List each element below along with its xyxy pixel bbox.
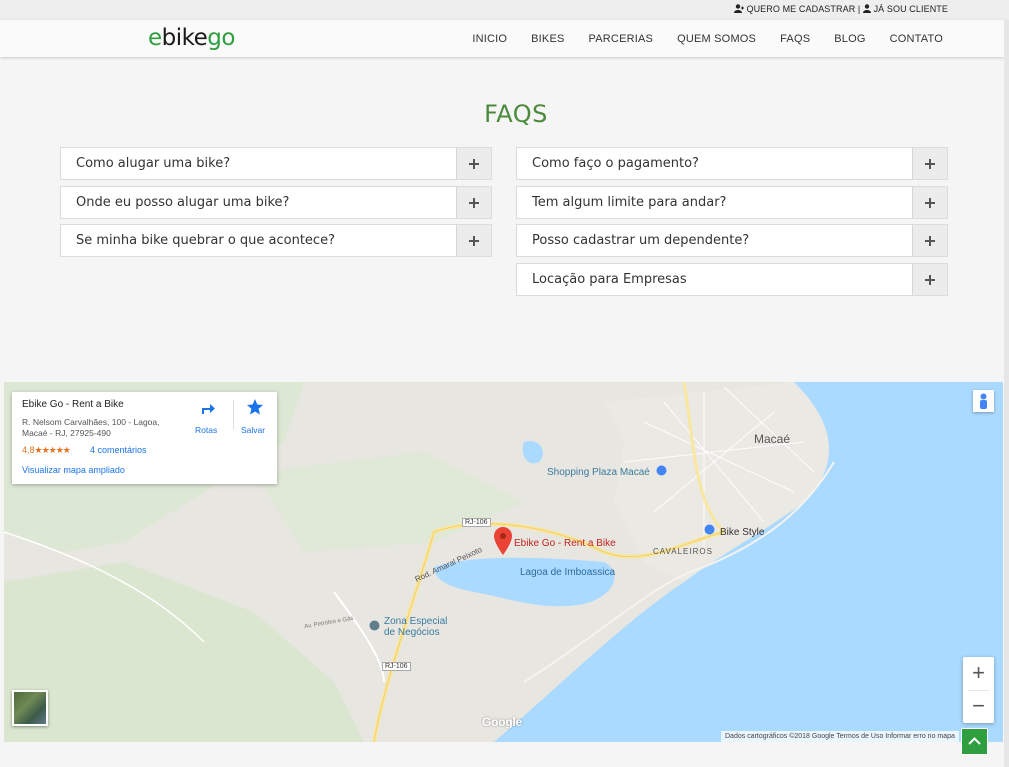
divider <box>233 400 234 430</box>
zona-poi-icon[interactable] <box>369 620 380 631</box>
faq-item[interactable]: Se minha bike quebrar o que acontece? <box>60 224 492 257</box>
place-address: R. Nelsom Carvalhães, 100 - Lagoa, Macaé… <box>22 417 160 438</box>
nav-item-parcerias[interactable]: PARCERIAS <box>589 33 654 45</box>
faq-item[interactable]: Como alugar uma bike? <box>60 147 492 180</box>
nav-item-contato[interactable]: CONTATO <box>890 33 943 45</box>
map-label-shopping: Shopping Plaza Macaé <box>547 467 650 478</box>
nav-item-quem-somos[interactable]: QUEM SOMOS <box>677 33 756 45</box>
faq-item[interactable]: Tem algum limite para andar? <box>516 186 948 219</box>
reviews-link[interactable]: 4 comentários <box>90 445 147 455</box>
plus-icon[interactable] <box>456 225 491 256</box>
place-name: Ebike Go - Rent a Bike <box>22 399 124 410</box>
map-label-lagoa: Lagoa de Imboassica <box>520 567 616 578</box>
map-label-rj106-bottom: RJ-106 <box>382 662 411 671</box>
bike-style-poi-icon[interactable] <box>704 524 715 535</box>
plus-icon[interactable] <box>912 264 947 295</box>
zoom-out-button[interactable]: − <box>963 691 994 723</box>
map-label-zona2: de Negócios <box>384 627 440 638</box>
faq-question: Tem algum limite para andar? <box>532 195 727 210</box>
map-label-zona1: Zona Especial <box>384 616 448 627</box>
faq-question: Como faço o pagamento? <box>532 156 699 171</box>
register-link-label: QUERO ME CADASTRAR <box>746 4 856 14</box>
main-navigation: ebikego INICIO BIKES PARCERIAS QUEM SOMO… <box>0 20 1004 57</box>
map-label-rj106-top: RJ-106 <box>462 518 491 527</box>
plus-icon[interactable] <box>912 225 947 256</box>
street-view-pegman-icon[interactable] <box>973 390 994 412</box>
directions-button[interactable]: Rotas <box>195 425 217 435</box>
faq-item[interactable]: Como faço o pagamento? <box>516 147 948 180</box>
user-icon <box>862 4 871 13</box>
save-button[interactable]: Salvar <box>241 425 265 435</box>
plus-icon[interactable] <box>456 187 491 218</box>
faq-question: Onde eu posso alugar uma bike? <box>76 195 290 210</box>
nav-item-faqs[interactable]: FAQS <box>780 33 810 45</box>
map-label-bike-style: Bike Style <box>720 527 765 538</box>
nav-menu: INICIO BIKES PARCERIAS QUEM SOMOS FAQS B… <box>472 20 943 57</box>
satellite-toggle-button[interactable] <box>12 690 48 726</box>
star-save-icon[interactable] <box>246 398 264 416</box>
plus-icon[interactable] <box>912 187 947 218</box>
map-label-pin: Ebike Go - Rent a Bike <box>514 538 616 549</box>
user-plus-icon <box>733 4 744 13</box>
view-larger-map-link[interactable]: Visualizar mapa ampliado <box>22 465 125 475</box>
shopping-poi-icon[interactable] <box>656 465 667 476</box>
google-logo: Google <box>482 715 523 729</box>
faq-question: Se minha bike quebrar o que acontece? <box>76 233 335 248</box>
register-link[interactable]: QUERO ME CADASTRAR <box>733 4 856 14</box>
page-scrollbar[interactable] <box>1004 20 1009 767</box>
faq-title: FAQS <box>484 100 548 128</box>
plus-icon[interactable] <box>456 148 491 179</box>
faq-item[interactable]: Posso cadastrar um dependente? <box>516 224 948 257</box>
account-links: QUERO ME CADASTRAR | JÁ SOU CLIENTE <box>733 4 948 14</box>
client-link-label: JÁ SOU CLIENTE <box>873 4 948 14</box>
map-label-macae: Macaé <box>754 432 791 446</box>
nav-item-inicio[interactable]: INICIO <box>472 33 507 45</box>
nav-item-blog[interactable]: BLOG <box>834 33 865 45</box>
place-rating: 4,8★★★★★ <box>22 445 71 455</box>
rating-stars: ★★★★★ <box>34 445 71 455</box>
ebikego-logo[interactable]: ebikego <box>148 23 235 53</box>
scroll-to-top-button[interactable] <box>961 728 988 755</box>
zoom-in-button[interactable]: + <box>963 657 994 689</box>
nav-item-bikes[interactable]: BIKES <box>531 33 564 45</box>
place-info-card: Ebike Go - Rent a Bike R. Nelsom Carvalh… <box>12 392 277 484</box>
faq-question: Como alugar uma bike? <box>76 156 231 171</box>
map-zoom-controls: + − <box>963 657 994 723</box>
faq-item[interactable]: Locação para Empresas <box>516 263 948 296</box>
client-link[interactable]: JÁ SOU CLIENTE <box>862 4 948 14</box>
chevron-up-icon <box>968 737 981 745</box>
link-separator: | <box>857 4 861 14</box>
map-label-cavaleiros: CAVALEIROS <box>653 547 713 556</box>
map-attribution[interactable]: Dados cartográficos ©2018 Google Termos … <box>721 731 959 742</box>
faq-item[interactable]: Onde eu posso alugar uma bike? <box>60 186 492 219</box>
top-utility-bar: QUERO ME CADASTRAR | JÁ SOU CLIENTE <box>0 0 1009 20</box>
faq-question: Locação para Empresas <box>532 272 687 287</box>
plus-icon[interactable] <box>912 148 947 179</box>
location-pin-icon[interactable] <box>494 527 512 555</box>
faq-question: Posso cadastrar um dependente? <box>532 233 750 248</box>
directions-icon[interactable] <box>200 400 216 416</box>
